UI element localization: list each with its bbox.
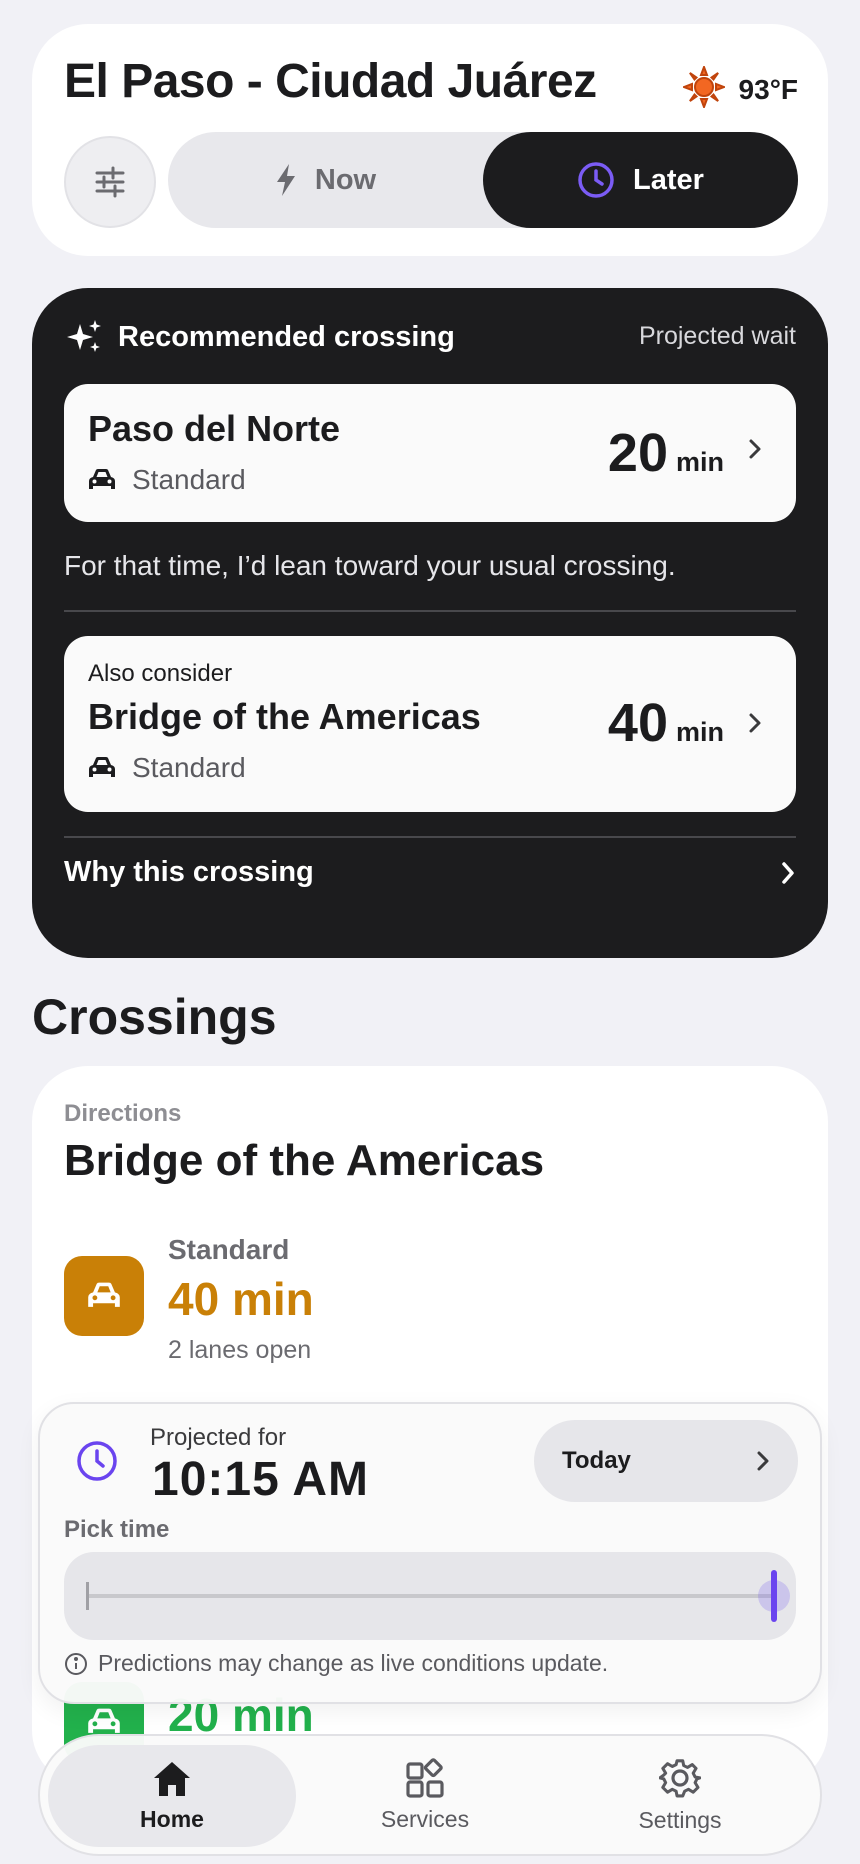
- recommendation-note: For that time, I’d lean toward your usua…: [64, 550, 676, 581]
- recommended-crossing-card[interactable]: Paso del Norte Standard 20 min: [64, 384, 796, 522]
- pick-time-label: Pick time: [64, 1516, 170, 1543]
- mode-later-button[interactable]: Later: [483, 132, 798, 228]
- chevron-right-icon: [757, 1451, 769, 1471]
- tab-home[interactable]: Home: [48, 1745, 296, 1847]
- mode-later-label: Later: [633, 163, 704, 196]
- tab-settings-label: Settings: [638, 1806, 722, 1833]
- mode-segmented-control: Now Later: [168, 132, 798, 228]
- slider-track: [86, 1594, 774, 1598]
- lane-type-label: Standard: [168, 1234, 290, 1265]
- recommendation-card: Recommended crossing Projected wait Paso…: [32, 288, 828, 958]
- wait-value: 40: [607, 693, 668, 753]
- why-this-crossing-label: Why this crossing: [64, 856, 314, 888]
- info-icon: [65, 1652, 87, 1675]
- slider-start-tick: [86, 1582, 89, 1610]
- services-icon: [406, 1757, 444, 1798]
- crossing-name: Bridge of the Americas: [88, 696, 481, 737]
- crossing-name: Paso del Norte: [88, 408, 341, 449]
- projection-panel: Projected for 10:15 AM Today Pick time P…: [38, 1402, 822, 1704]
- mode-now-label: Now: [314, 163, 377, 196]
- tab-home-label: Home: [140, 1805, 204, 1832]
- lane-type-label: Standard: [132, 752, 246, 783]
- crossing-name: Bridge of the Americas: [64, 1136, 545, 1185]
- weather: 93°F: [680, 64, 798, 113]
- car-icon: [88, 1708, 120, 1733]
- section-title: Crossings: [32, 989, 277, 1045]
- bolt-icon: [276, 164, 295, 196]
- header-card: El Paso - Ciudad Juárez 93°F Now Later: [32, 24, 828, 256]
- slider-handle[interactable]: [758, 1570, 790, 1622]
- filter-button[interactable]: [64, 136, 156, 228]
- temperature: 93°F: [738, 73, 798, 105]
- car-icon: [89, 469, 115, 489]
- car-icon: [88, 1282, 120, 1307]
- also-consider-label: Also consider: [88, 660, 233, 687]
- lane-type-label: Standard: [132, 464, 246, 495]
- alternate-crossing-card[interactable]: Also consider Bridge of the Americas Sta…: [64, 636, 796, 812]
- tab-settings[interactable]: Settings: [580, 1736, 780, 1854]
- directions-label: Directions: [64, 1100, 182, 1127]
- chevron-right-icon: [749, 713, 761, 733]
- day-picker-button[interactable]: Today: [534, 1420, 798, 1502]
- chevron-right-icon: [782, 861, 794, 884]
- tab-services[interactable]: Services: [330, 1736, 520, 1854]
- lane-type: Standard: [88, 752, 246, 784]
- time-slider[interactable]: [64, 1552, 796, 1640]
- clock-icon: [77, 1441, 117, 1481]
- lane-type: Standard: [88, 464, 246, 496]
- recommendation-header: Recommended crossing: [66, 318, 455, 356]
- disclaimer-text: Predictions may change as live condition…: [98, 1650, 609, 1676]
- tab-services-label: Services: [380, 1805, 470, 1832]
- gear-icon: [659, 1758, 701, 1797]
- projected-for-label: Projected for: [150, 1424, 287, 1451]
- wait-time: 20 min: [608, 422, 724, 484]
- wait-unit: min: [675, 447, 724, 477]
- car-icon: [89, 757, 115, 777]
- wait-value: 20: [607, 423, 668, 483]
- divider: [64, 610, 796, 612]
- why-this-crossing-link[interactable]: Why this crossing: [64, 856, 796, 889]
- sliders-icon: [95, 166, 125, 198]
- prediction-disclaimer: Predictions may change as live condition…: [64, 1650, 608, 1677]
- projected-time: 10:15 AM: [152, 1453, 369, 1506]
- mode-now-button[interactable]: Now: [168, 132, 483, 228]
- wait-time: 40 min: [608, 692, 724, 754]
- city-title: El Paso - Ciudad Juárez: [64, 55, 597, 108]
- clock-icon: [578, 162, 614, 198]
- lanes-open: 2 lanes open: [168, 1336, 312, 1364]
- home-icon: [154, 1761, 190, 1796]
- wait-unit: min: [675, 717, 724, 747]
- lane-wait: 40 min: [168, 1273, 314, 1325]
- chevron-right-icon: [749, 439, 761, 459]
- tab-bar: Home Services Settings: [38, 1734, 822, 1856]
- sun-icon: [680, 64, 727, 113]
- projected-wait-label: Projected wait: [638, 322, 796, 350]
- recommendation-title: Recommended crossing: [118, 320, 455, 353]
- divider: [64, 836, 796, 838]
- sparkles-icon: [67, 320, 101, 352]
- lane-badge: [64, 1256, 144, 1336]
- day-label: Today: [562, 1447, 631, 1474]
